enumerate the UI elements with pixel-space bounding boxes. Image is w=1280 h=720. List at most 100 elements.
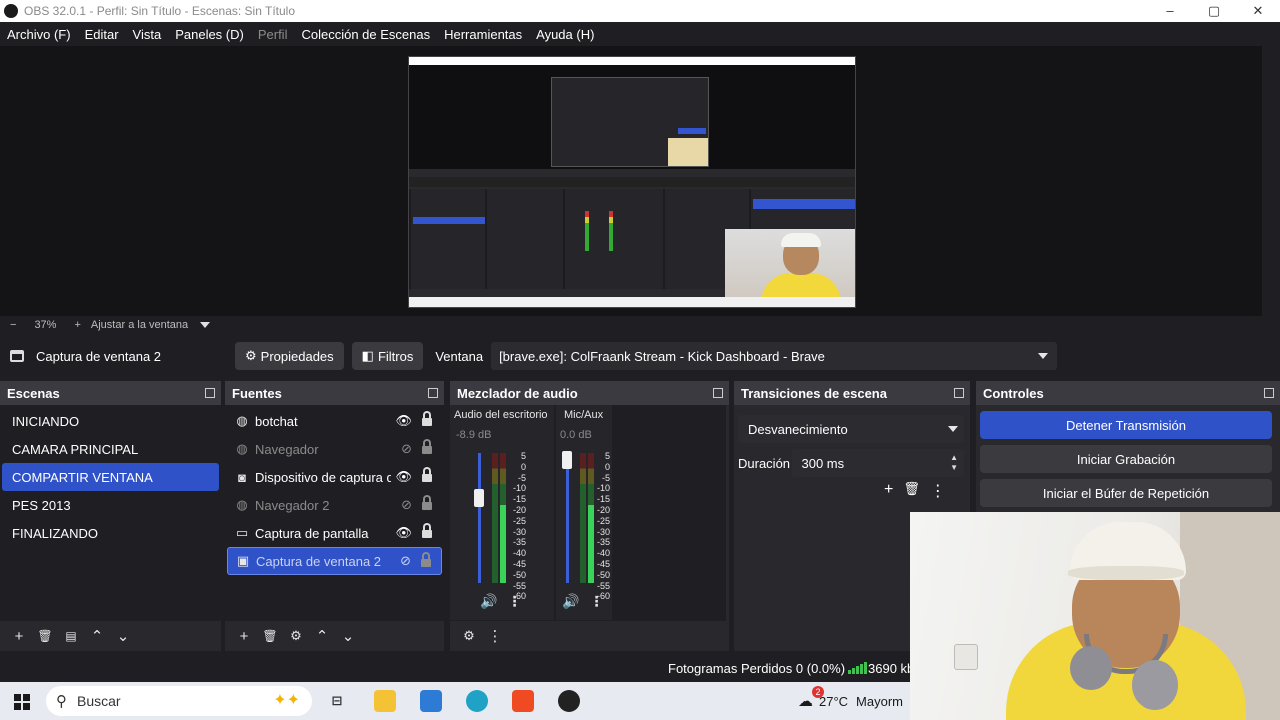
lock-icon[interactable] — [422, 411, 432, 426]
zoom-dropdown-icon[interactable] — [200, 322, 211, 328]
channel-volume: 0.0 dB — [560, 429, 592, 441]
move-down-icon[interactable]: ⌄ — [112, 627, 134, 645]
eye-icon[interactable]: 👁 — [395, 413, 412, 429]
duration-input[interactable]: 300 ms ▲ ▼ — [791, 449, 964, 477]
channel-menu-icon[interactable]: ⋮ — [507, 593, 521, 609]
lock-icon[interactable] — [422, 523, 432, 538]
transition-menu-icon[interactable]: ⋮ — [930, 481, 946, 501]
source-item[interactable]: ◍ botchat 👁 — [227, 407, 442, 435]
menu-coleccion-escenas[interactable]: Colección de Escenas — [294, 27, 437, 42]
remove-scene-icon[interactable]: 🗑 — [34, 629, 56, 643]
selected-source-name: Captura de ventana 2 — [36, 348, 162, 364]
undock-icon[interactable] — [1264, 388, 1274, 398]
eye-slash-icon[interactable]: ⊘ — [400, 553, 411, 569]
eye-slash-icon[interactable]: ⊘ — [401, 441, 412, 457]
scene-item[interactable]: PES 2013 — [2, 491, 219, 519]
volume-slider-track[interactable] — [566, 453, 569, 583]
window-controls: – ▢ ✕ — [1148, 0, 1280, 22]
volume-slider-handle[interactable] — [562, 451, 572, 469]
start-replay-buffer-button[interactable]: Iniciar el Búfer de Repetición — [980, 479, 1272, 507]
task-view-icon[interactable]: ⊟ — [326, 690, 348, 712]
lock-icon[interactable] — [421, 552, 431, 567]
obs-taskbar-icon[interactable] — [558, 690, 580, 712]
maximize-button[interactable]: ▢ — [1192, 0, 1236, 22]
lock-icon[interactable] — [422, 439, 432, 454]
zoom-fit-label[interactable]: Ajustar a la ventana — [91, 319, 188, 331]
db-tick: -35 — [596, 537, 610, 548]
menu-ayuda[interactable]: Ayuda (H) — [529, 27, 601, 42]
remove-transition-icon[interactable]: 🗑 — [903, 481, 920, 501]
source-item[interactable]: ◍ Navegador ⊘ — [227, 435, 442, 463]
window-select[interactable]: [brave.exe]: ColFraank Stream - Kick Das… — [491, 342, 1058, 370]
channel-menu-icon[interactable]: ⋮ — [589, 593, 603, 609]
menu-editar[interactable]: Editar — [78, 27, 126, 42]
scene-item[interactable]: FINALIZANDO — [2, 519, 219, 547]
move-up-icon[interactable]: ⌃ — [311, 627, 333, 645]
zoom-in-button[interactable]: + — [74, 319, 80, 331]
volume-slider-track[interactable] — [478, 453, 481, 583]
add-source-icon[interactable]: + — [233, 628, 255, 645]
properties-button[interactable]: ⚙ Propiedades — [235, 342, 344, 370]
undock-icon[interactable] — [954, 388, 964, 398]
volume-slider-handle[interactable] — [474, 489, 484, 507]
window-title: OBS 32.0.1 - Perfil: Sin Título - Escena… — [24, 4, 296, 18]
edge-icon[interactable] — [466, 690, 488, 712]
undock-icon[interactable] — [713, 388, 723, 398]
menu-vista[interactable]: Vista — [126, 27, 169, 42]
move-down-icon[interactable]: ⌄ — [337, 627, 359, 645]
eye-icon[interactable]: 👁 — [395, 469, 412, 485]
windows-start-icon[interactable] — [14, 694, 30, 710]
menu-herramientas[interactable]: Herramientas — [437, 27, 529, 42]
menu-perfil[interactable]: Perfil — [251, 27, 295, 42]
source-item[interactable]: ◙ Dispositivo de captura d 👁 — [227, 463, 442, 491]
chevron-down-icon — [1033, 342, 1053, 370]
close-button[interactable]: ✕ — [1236, 0, 1280, 22]
db-tick: -55 — [596, 580, 610, 591]
scene-item-selected[interactable]: COMPARTIR VENTANA — [2, 463, 219, 491]
speaker-icon[interactable]: 🔊 — [480, 593, 497, 609]
source-properties-icon[interactable]: ⚙ — [285, 628, 307, 644]
level-meter — [500, 453, 506, 583]
menu-archivo[interactable]: Archivo (F) — [0, 27, 78, 42]
eye-slash-icon[interactable]: ⊘ — [401, 497, 412, 513]
file-explorer-icon[interactable] — [374, 690, 396, 712]
move-up-icon[interactable]: ⌃ — [86, 627, 108, 645]
spinner-icon[interactable]: ▲ ▼ — [950, 453, 958, 473]
stop-streaming-button[interactable]: Detener Transmisión — [980, 411, 1272, 439]
filters-button[interactable]: ◧ Filtros — [351, 342, 424, 370]
obs-logo-icon — [4, 4, 18, 18]
db-tick: 5 — [520, 451, 526, 461]
speaker-icon[interactable]: 🔊 — [562, 593, 579, 609]
transition-select[interactable]: Desvanecimiento — [738, 415, 964, 443]
eye-icon[interactable]: 👁 — [395, 525, 412, 541]
start-recording-button[interactable]: Iniciar Grabación — [980, 445, 1272, 473]
minimize-button[interactable]: – — [1148, 0, 1192, 22]
undock-icon[interactable] — [428, 388, 438, 398]
mixer-header: Mezclador de audio — [450, 381, 729, 405]
source-item[interactable]: ▭ Captura de pantalla 👁 — [227, 519, 442, 547]
taskbar-search[interactable]: ⚲ Buscar ✦✦ — [46, 686, 312, 716]
remove-source-icon[interactable]: 🗑 — [259, 629, 281, 643]
filter-icon: ◧ — [361, 348, 374, 363]
undock-icon[interactable] — [205, 388, 215, 398]
zoom-out-button[interactable]: − — [10, 319, 16, 331]
scene-filters-icon[interactable]: ▤ — [60, 629, 82, 643]
brave-icon[interactable] — [512, 690, 534, 712]
store-icon[interactable] — [420, 690, 442, 712]
mixer-menu-icon[interactable]: ⋮ — [484, 627, 506, 645]
advanced-audio-icon[interactable]: ⚙ — [458, 628, 480, 644]
menu-paneles[interactable]: Paneles (D) — [168, 27, 251, 42]
preview-canvas[interactable] — [408, 56, 856, 308]
weather-widget[interactable]: ☁ 2 27°C Mayorm — [798, 686, 903, 710]
scene-item[interactable]: CAMARA PRINCIPAL — [2, 435, 219, 463]
cloud-icon: ☁ — [798, 693, 813, 710]
scene-item[interactable]: INICIANDO — [2, 407, 219, 435]
preview-area[interactable] — [0, 46, 1262, 316]
source-item[interactable]: ◍ Navegador 2 ⊘ — [227, 491, 442, 519]
lock-icon[interactable] — [422, 467, 432, 482]
add-transition-icon[interactable]: + — [884, 481, 893, 501]
source-item-selected[interactable]: ▣ Captura de ventana 2 ⊘ — [227, 547, 442, 575]
db-tick: -25 — [512, 515, 526, 526]
lock-icon[interactable] — [422, 495, 432, 510]
add-scene-icon[interactable]: + — [8, 628, 30, 645]
